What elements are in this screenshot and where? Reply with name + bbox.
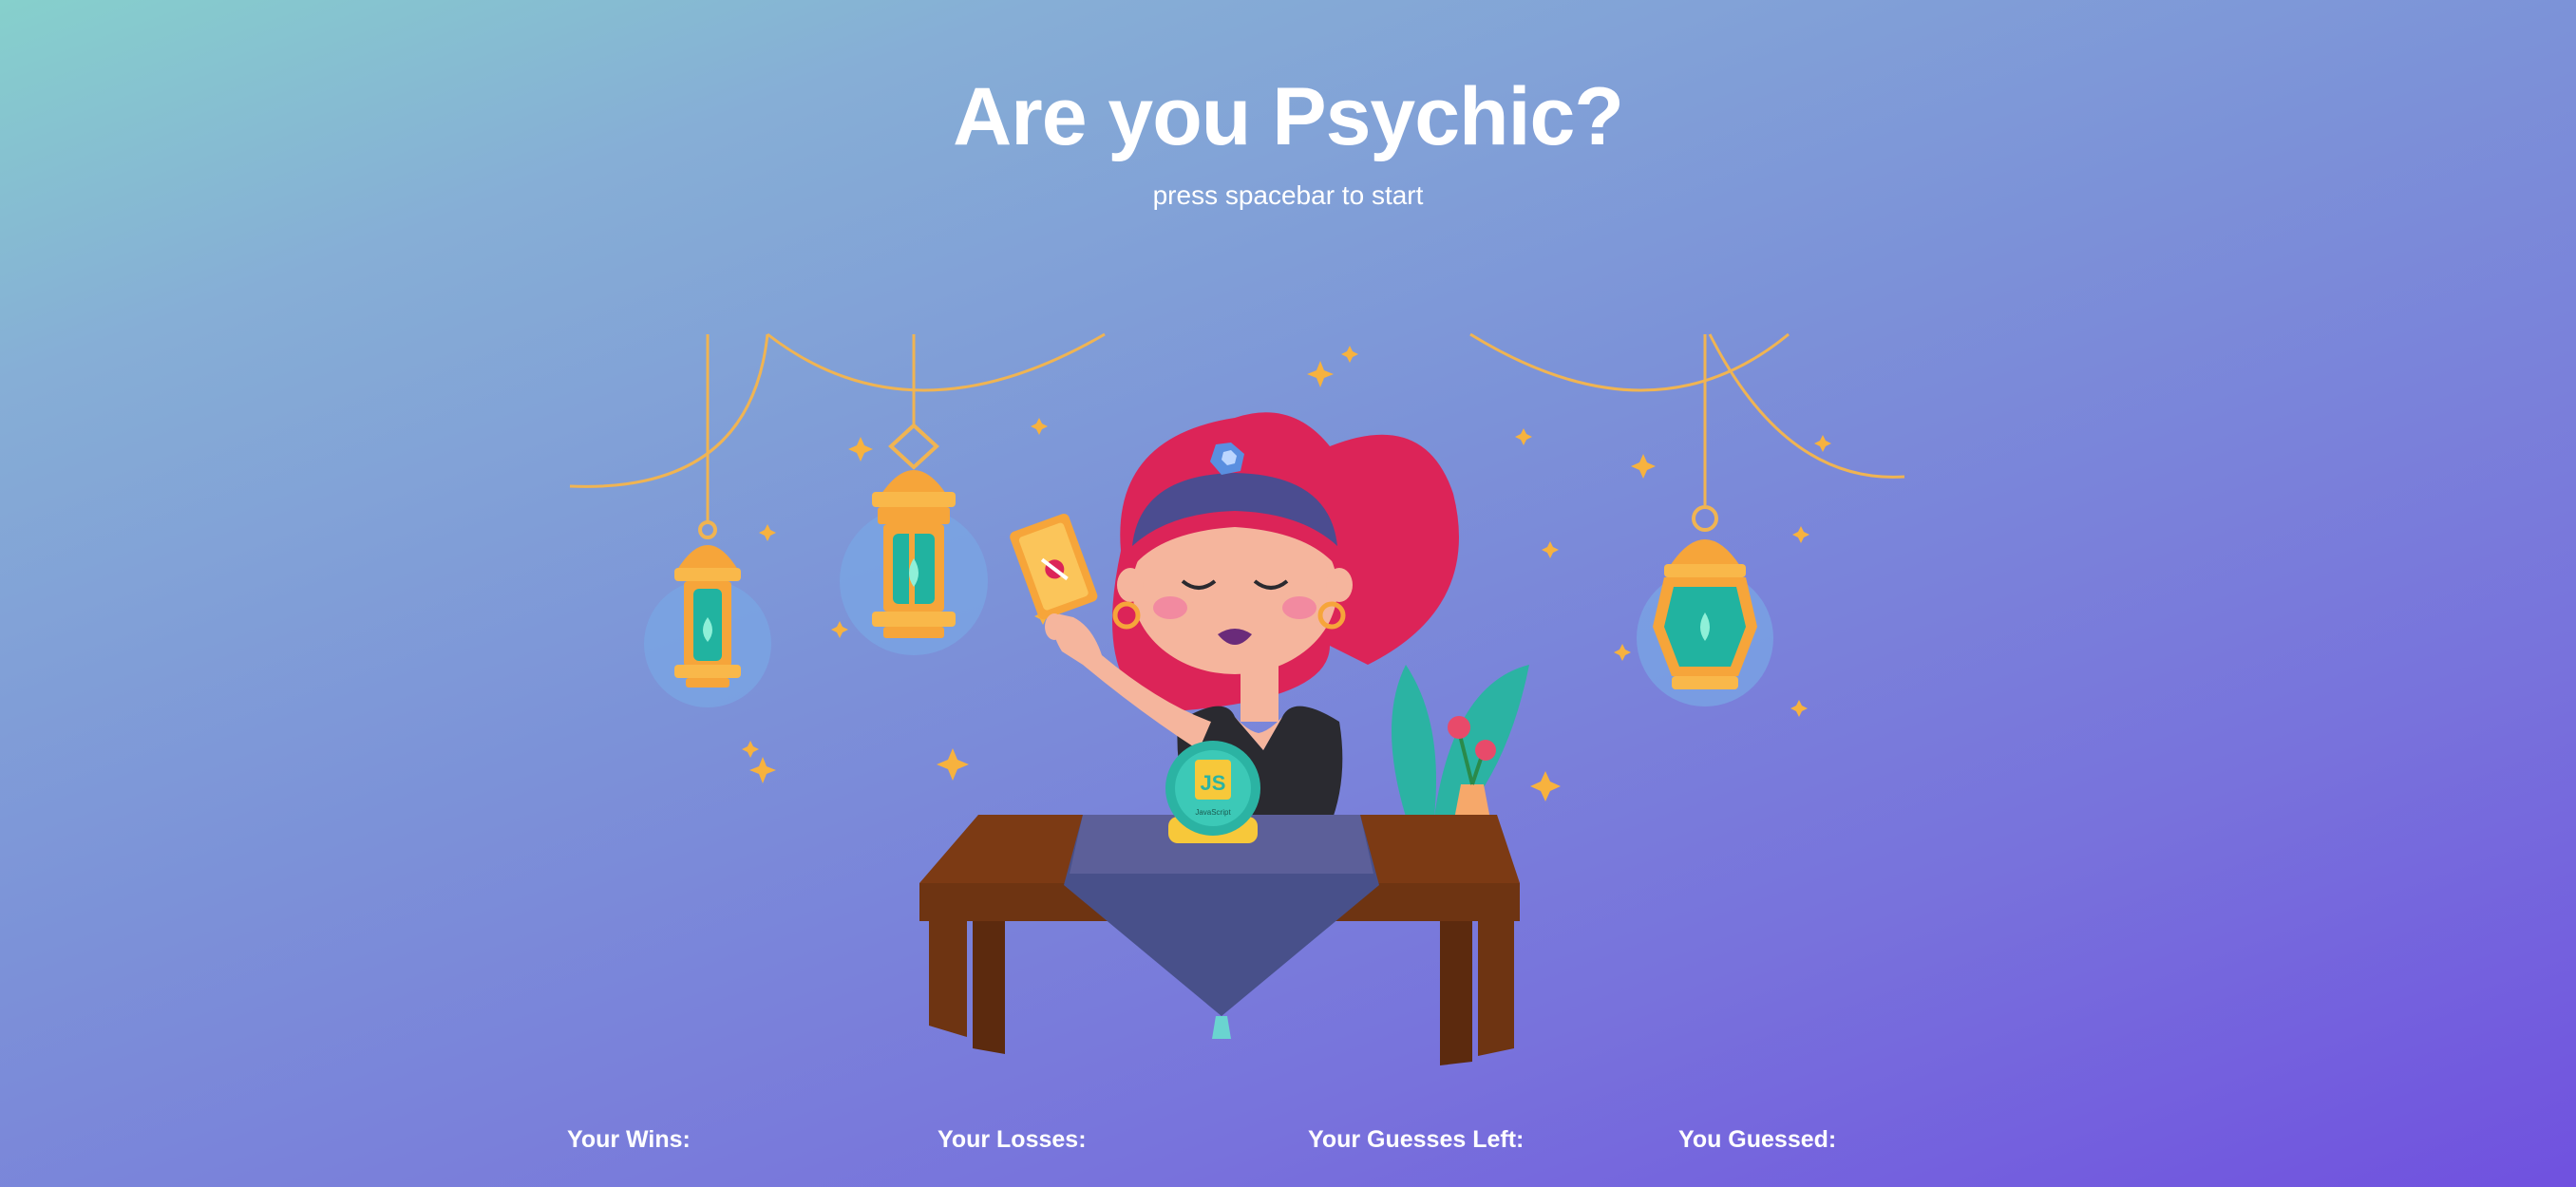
guessed-stat: You Guessed: [1678,1126,1844,1154]
scoreboard: Your Wins: Your Losses: Your Guesses Lef… [0,1126,2576,1164]
losses-stat: Your Losses: [938,1126,1094,1154]
wins-label: Your Wins: [567,1126,691,1153]
guesses-left-label: Your Guesses Left: [1308,1126,1525,1153]
lantern-icon [644,334,771,707]
tarot-card-icon [1010,513,1098,620]
losses-label: Your Losses: [938,1126,1087,1153]
crystal-ball-label: JS [1201,771,1226,795]
wins-stat: Your Wins: [567,1126,698,1154]
guessed-label: You Guessed: [1678,1126,1837,1153]
fortune-teller-illustration: JS JavaScript [569,332,1905,1065]
table [919,815,1520,1065]
crystal-ball-sublabel: JavaScript [1195,808,1231,817]
crystal-ball-icon: JS JavaScript [1165,741,1260,843]
guesses-left-stat: Your Guesses Left: [1308,1126,1531,1154]
